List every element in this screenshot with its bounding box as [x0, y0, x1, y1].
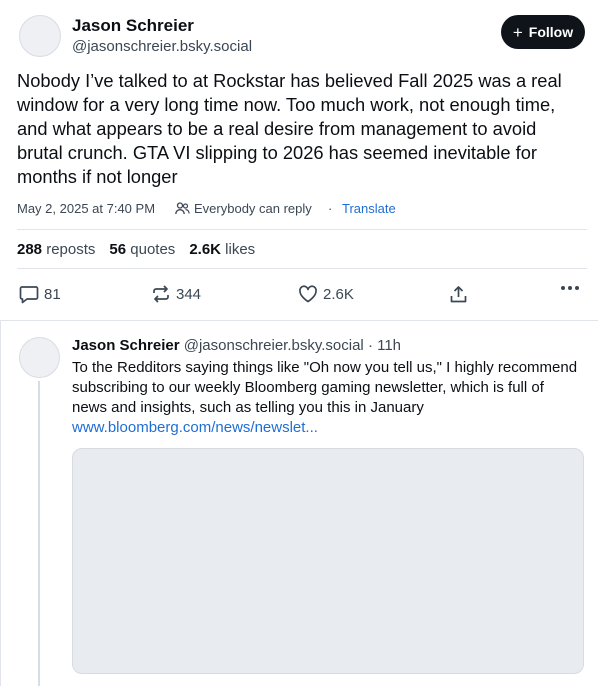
reply-header: Jason Schreier @jasonschreier.bsky.socia… — [72, 337, 401, 354]
reply-body: To the Redditors saying things like "Oh … — [72, 359, 578, 416]
author-avatar[interactable] — [19, 15, 61, 57]
share-icon — [450, 286, 467, 303]
like-count: 2.6K — [323, 285, 354, 303]
reply-left-border — [0, 320, 1, 686]
reply-author-name[interactable]: Jason Schreier — [72, 337, 180, 354]
divider — [17, 229, 587, 230]
more-icon — [561, 286, 579, 290]
divider — [17, 268, 587, 269]
post-stats: 288 reposts 56 quotes 2.6K likes — [17, 241, 255, 258]
reply-author-handle[interactable]: @jasonschreier.bsky.social — [184, 337, 364, 354]
reposts-stat[interactable]: 288 reposts — [17, 241, 95, 258]
link-card-image[interactable] — [72, 448, 584, 674]
like-action[interactable]: 2.6K — [298, 285, 354, 303]
divider — [0, 320, 598, 321]
follow-button[interactable]: + Follow — [501, 15, 585, 49]
thread-line — [38, 381, 40, 686]
quotes-stat[interactable]: 56 quotes — [109, 241, 175, 258]
plus-icon: + — [512, 22, 523, 42]
post-text: Nobody I’ve talked to at Rockstar has be… — [17, 70, 562, 187]
translate-link[interactable]: Translate — [342, 201, 396, 216]
reply-avatar[interactable] — [19, 337, 60, 378]
repost-icon — [153, 285, 169, 303]
reply-setting[interactable]: Everybody can reply — [175, 201, 312, 216]
reply-setting-label: Everybody can reply — [194, 201, 312, 216]
author-name[interactable]: Jason Schreier — [72, 16, 194, 36]
meta-separator: · — [328, 201, 333, 216]
repost-count: 344 — [176, 285, 202, 303]
post-date[interactable]: May 2, 2025 at 7:40 PM — [17, 201, 155, 216]
author-handle[interactable]: @jasonschreier.bsky.social — [72, 38, 252, 55]
repost-action[interactable]: 344 — [151, 285, 201, 303]
more-options[interactable] — [560, 285, 580, 291]
follow-label: Follow — [528, 24, 574, 40]
reply-count: 81 — [44, 286, 61, 303]
reply-text: To the Redditors saying things like "Oh … — [72, 358, 582, 438]
reply-link[interactable]: www.bloomberg.com/news/newslet... — [72, 419, 318, 436]
share-action[interactable] — [449, 285, 468, 304]
likes-stat[interactable]: 2.6K likes — [189, 241, 255, 258]
reply-time[interactable]: · 11h — [368, 337, 401, 354]
people-icon — [175, 202, 190, 215]
comment-icon — [19, 286, 39, 304]
reply-action[interactable]: 81 — [19, 285, 61, 304]
heart-icon — [299, 285, 317, 303]
